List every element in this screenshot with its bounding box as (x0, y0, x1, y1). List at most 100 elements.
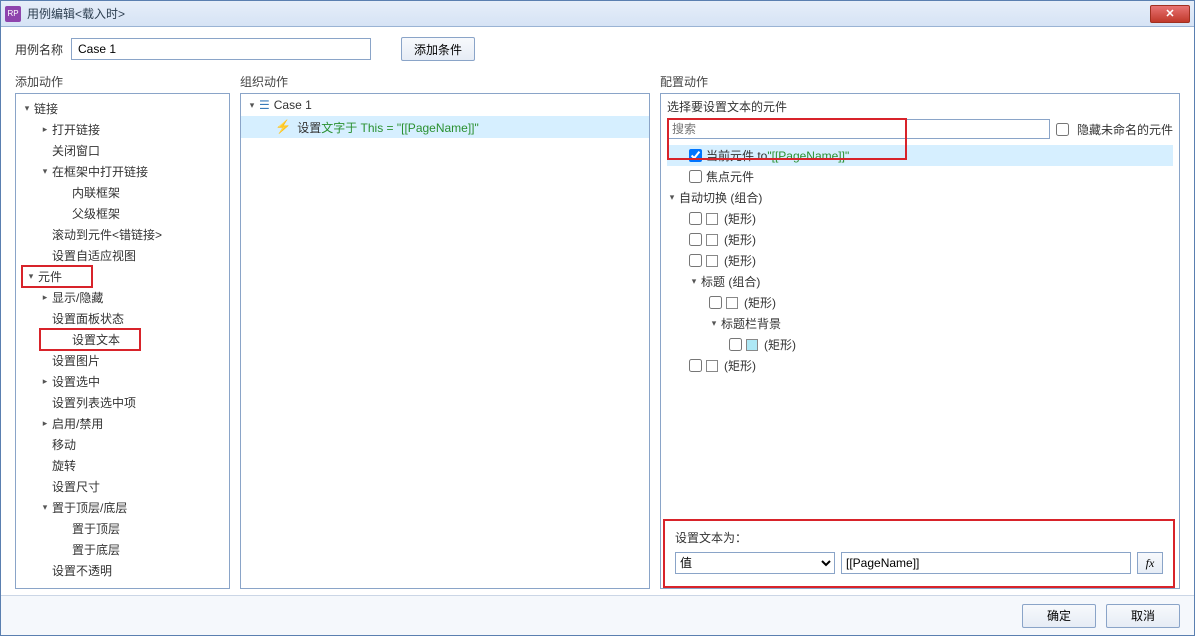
case-name-input[interactable] (71, 38, 371, 60)
tree-links[interactable]: 链接 (34, 100, 58, 117)
case-row[interactable]: ▾ ☰ Case 1 (241, 94, 649, 116)
tree-bring-front[interactable]: 置于顶层 (72, 520, 120, 537)
tree-enable-disable[interactable]: 启用/禁用 (52, 415, 103, 432)
case-icon: ☰ (259, 98, 270, 112)
tree-show-hide[interactable]: 显示/隐藏 (52, 289, 103, 306)
value-type-select[interactable]: 值 (675, 552, 835, 574)
close-icon: ✕ (1165, 7, 1174, 20)
dialog-window: RP 用例编辑<载入时> ✕ 用例名称 添加条件 添加动作 ▾链接 ▸打开链接 … (0, 0, 1195, 636)
tree-set-adaptive[interactable]: 设置自适应视图 (52, 247, 136, 264)
case-label: Case 1 (274, 98, 312, 112)
app-icon: RP (5, 6, 21, 22)
rect-item[interactable]: (矩形) (667, 334, 1173, 355)
tree-rotate[interactable]: 旋转 (52, 457, 76, 474)
auto-switch-group[interactable]: ▾ 自动切换 (组合) (667, 187, 1173, 208)
rect-label: (矩形) (764, 336, 796, 353)
dialog-body: 用例名称 添加条件 添加动作 ▾链接 ▸打开链接 ·关闭窗口 ▾在框架中打开链接… (1, 27, 1194, 595)
case-set-text-row[interactable]: ⚡ 设置 文字于 This = "[[PageName]]" (241, 116, 649, 138)
rect-item[interactable]: (矩形) (667, 229, 1173, 250)
add-action-panel: ▾链接 ▸打开链接 ·关闭窗口 ▾在框架中打开链接 ·内联框架 ·父级框架 ·滚… (15, 93, 230, 589)
title-group[interactable]: ▾ 标题 (组合) (667, 271, 1173, 292)
titlebar-bg-label: 标题栏背景 (721, 315, 781, 332)
tree-set-selected[interactable]: 设置选中 (52, 373, 100, 390)
rect-checkbox[interactable] (709, 296, 722, 309)
fx-button[interactable]: fx (1137, 552, 1163, 574)
add-condition-button[interactable]: 添加条件 (401, 37, 475, 61)
close-button[interactable]: ✕ (1150, 5, 1190, 23)
rect-label: (矩形) (724, 252, 756, 269)
rect-checkbox[interactable] (689, 233, 702, 246)
widget-search-input[interactable] (667, 119, 1050, 139)
caret-down-icon: ▾ (689, 277, 699, 287)
tree-close-window[interactable]: 关闭窗口 (52, 142, 100, 159)
caret-down-icon: ▾ (22, 104, 32, 114)
add-action-column: 添加动作 ▾链接 ▸打开链接 ·关闭窗口 ▾在框架中打开链接 ·内联框架 ·父级… (15, 73, 230, 589)
tree-scroll-anchor[interactable]: 滚动到元件<错链接> (52, 226, 162, 243)
organize-action-column: 组织动作 ▾ ☰ Case 1 ⚡ 设置 文字于 This = "[[PageN… (240, 73, 650, 589)
focus-widget-item[interactable]: 焦点元件 (667, 166, 1173, 187)
cancel-button[interactable]: 取消 (1106, 604, 1180, 628)
caret-down-icon: ▾ (40, 167, 50, 177)
rect-item[interactable]: (矩形) (667, 208, 1173, 229)
tree-widgets[interactable]: 元件 (38, 268, 62, 285)
tree-move[interactable]: 移动 (52, 436, 76, 453)
caret-right-icon: ▸ (40, 419, 50, 429)
tree-open-link[interactable]: 打开链接 (52, 121, 100, 138)
hide-unnamed-checkbox[interactable] (1056, 123, 1069, 136)
caret-right-icon: ▸ (40, 377, 50, 387)
rect-label: (矩形) (724, 231, 756, 248)
rect-checkbox[interactable] (729, 338, 742, 351)
rect-checkbox[interactable] (689, 359, 702, 372)
tree-set-text[interactable]: 设置文本 (72, 331, 120, 348)
caret-down-icon: ▾ (709, 319, 719, 329)
tree-set-opacity[interactable]: 设置不透明 (52, 562, 112, 579)
set-text-value-input[interactable] (841, 552, 1131, 574)
select-widget-label: 选择要设置文本的元件 (661, 94, 1179, 117)
highlight-box-bottom: 设置文本为： 值 fx (663, 519, 1175, 588)
caret-right-icon: ▸ (40, 293, 50, 303)
set-green-text: 文字于 This = "[[PageName]]" (321, 119, 479, 136)
app-icon-text: RP (7, 9, 18, 18)
rect-item[interactable]: (矩形) (667, 292, 1173, 313)
rect-swatch-icon (706, 213, 718, 225)
tree-open-in-frame[interactable]: 在框架中打开链接 (52, 163, 148, 180)
columns-container: 添加动作 ▾链接 ▸打开链接 ·关闭窗口 ▾在框架中打开链接 ·内联框架 ·父级… (15, 73, 1180, 589)
configure-action-panel: 选择要设置文本的元件 隐藏未命名的元件 当前元件 to (660, 93, 1180, 589)
set-text-row: 值 fx (675, 552, 1163, 574)
rect-item[interactable]: (矩形) (667, 355, 1173, 376)
tree-inline-frame[interactable]: 内联框架 (72, 184, 120, 201)
rect-label: (矩形) (744, 294, 776, 311)
configure-action-column: 配置动作 选择要设置文本的元件 隐藏未命名的元件 (660, 73, 1180, 589)
hide-unnamed-text: 隐藏未命名的元件 (1077, 121, 1173, 138)
rect-checkbox[interactable] (689, 212, 702, 225)
hide-unnamed-label[interactable]: 隐藏未命名的元件 (1056, 121, 1173, 138)
lightning-icon: ⚡ (275, 119, 291, 135)
rect-item[interactable]: (矩形) (667, 250, 1173, 271)
tree-send-back[interactable]: 置于底层 (72, 541, 120, 558)
window-title: 用例编辑<载入时> (27, 5, 1150, 22)
ok-button[interactable]: 确定 (1022, 604, 1096, 628)
caret-down-icon: ▾ (247, 100, 257, 110)
tree-set-image[interactable]: 设置图片 (52, 352, 100, 369)
tree-set-panel-state[interactable]: 设置面板状态 (52, 310, 124, 327)
add-action-header: 添加动作 (15, 73, 230, 93)
current-widget-value: "[[PageName]]" (767, 149, 849, 163)
tree-bring-front-back[interactable]: 置于顶层/底层 (52, 499, 127, 516)
dialog-footer: 确定 取消 (1, 595, 1194, 635)
widget-tree[interactable]: 当前元件 to "[[PageName]]" 焦点元件 ▾ 自动切换 (组合) (661, 143, 1179, 519)
titlebar-bg-group[interactable]: ▾ 标题栏背景 (667, 313, 1173, 334)
tree-parent-frame[interactable]: 父级框架 (72, 205, 120, 222)
auto-switch-label: 自动切换 (组合) (679, 189, 762, 206)
rect-swatch-icon (726, 297, 738, 309)
action-tree[interactable]: ▾链接 ▸打开链接 ·关闭窗口 ▾在框架中打开链接 ·内联框架 ·父级框架 ·滚… (16, 94, 229, 585)
rect-checkbox[interactable] (689, 254, 702, 267)
current-widget-checkbox[interactable] (689, 149, 702, 162)
tree-set-list-selected[interactable]: 设置列表选中项 (52, 394, 136, 411)
tree-set-size[interactable]: 设置尺寸 (52, 478, 100, 495)
current-widget-item[interactable]: 当前元件 to "[[PageName]]" (667, 145, 1173, 166)
rect-label: (矩形) (724, 210, 756, 227)
titlebar: RP 用例编辑<载入时> ✕ (1, 1, 1194, 27)
organize-action-header: 组织动作 (240, 73, 650, 93)
focus-widget-checkbox[interactable] (689, 170, 702, 183)
case-name-row: 用例名称 添加条件 (15, 37, 1180, 61)
